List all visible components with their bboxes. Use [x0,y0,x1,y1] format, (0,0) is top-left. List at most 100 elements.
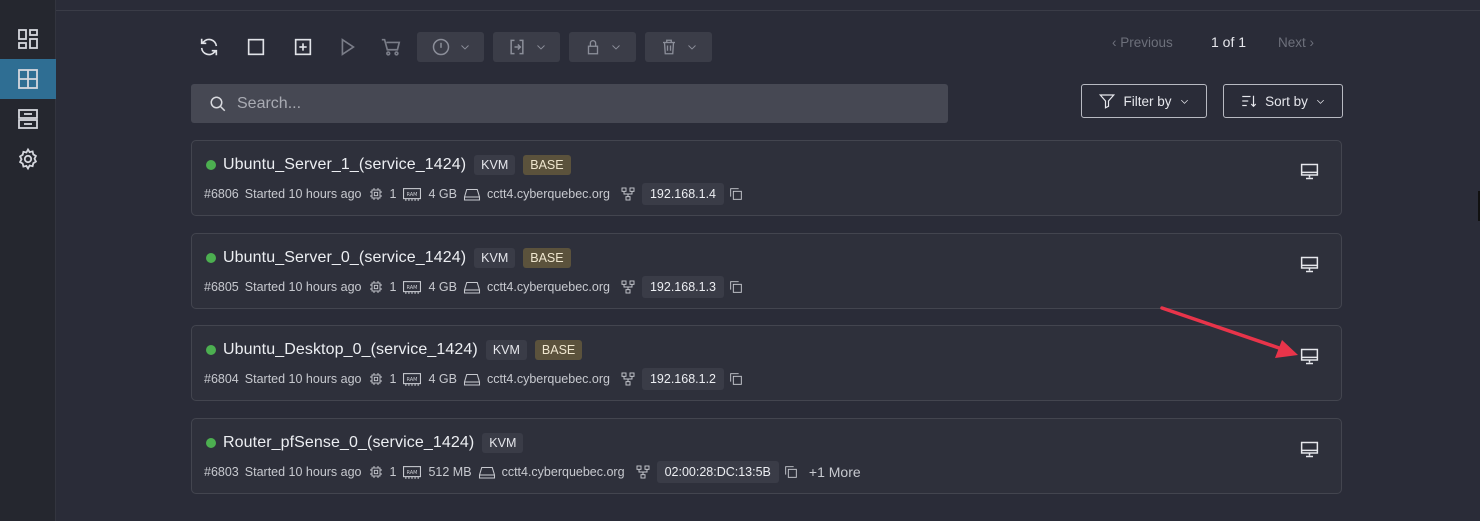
add-icon [294,38,312,56]
search-icon [210,96,226,111]
host-drive-icon [463,373,480,386]
console-button[interactable] [1297,159,1321,183]
more-ips-link[interactable]: +1 More [809,464,861,480]
filter-button[interactable]: Filter by [1081,84,1207,118]
power-icon [432,38,449,56]
status-running-dot [206,253,216,263]
copy-icon[interactable] [783,464,799,480]
copy-icon[interactable] [728,279,744,295]
host-drive-icon [463,188,480,201]
pager-previous-label: Previous [1120,35,1173,50]
vm-ram: 512 MB [428,465,472,479]
grid-icon [18,69,38,89]
vm-card[interactable]: Ubuntu_Server_1_(service_1424) KVM BASE … [191,140,1342,216]
vm-uptime: Started 10 hours ago [244,465,362,479]
sidebar-item-storage[interactable] [0,99,56,139]
vm-name[interactable]: Router_pfSense_0_(service_1424) [223,434,474,452]
copy-icon[interactable] [728,371,744,387]
search-input[interactable] [237,84,948,123]
vm-id: #6804 [204,372,239,386]
chevron-down-icon [460,45,469,50]
ip-address: 192.168.1.3 [641,276,725,298]
refresh-icon [200,38,218,56]
copy-icon[interactable] [728,186,744,202]
select-all-checkbox[interactable] [241,32,271,62]
vm-card[interactable]: Ubuntu_Server_0_(service_1424) KVM BASE … [191,233,1342,309]
base-badge: BASE [523,155,571,175]
vm-ram: 4 GB [428,187,457,201]
chevron-down-icon [687,45,696,50]
hypervisor-badge: KVM [474,155,516,175]
vm-cpu: 1 [389,280,397,294]
gear-icon [18,147,38,171]
vm-name[interactable]: Ubuntu_Server_0_(service_1424) [223,249,466,267]
console-button[interactable] [1297,252,1321,276]
power-dropdown[interactable] [417,32,484,62]
lock-dropdown[interactable] [569,32,636,62]
vm-card[interactable]: Ubuntu_Desktop_0_(service_1424) KVM BASE… [191,325,1342,401]
vm-name[interactable]: Ubuntu_Desktop_0_(service_1424) [223,341,478,359]
filter-label: Filter by [1123,93,1172,109]
vm-cpu: 1 [389,465,397,479]
console-button[interactable] [1297,437,1321,461]
cpu-icon [369,466,382,478]
pager-next-label: Next [1278,35,1306,50]
console-dropdown[interactable] [493,32,560,62]
vm-card[interactable]: Router_pfSense_0_(service_1424) KVM #680… [191,418,1342,494]
vm-cpu: 1 [389,187,397,201]
vm-host: cctt4.cyberquebec.org [486,372,610,386]
ip-address: 192.168.1.2 [641,368,725,390]
vm-id: #6805 [204,280,239,294]
network-icon [621,187,635,201]
filter-icon [1099,94,1116,109]
ram-icon: RAM [403,188,422,201]
vm-name[interactable]: Ubuntu_Server_1_(service_1424) [223,156,466,174]
monitor-icon [1300,256,1318,272]
vm-host: cctt4.cyberquebec.org [501,465,625,479]
start-button[interactable] [332,32,362,62]
ip-address: 192.168.1.4 [641,183,725,205]
sidebar-item-instances[interactable] [0,59,56,99]
svg-text:RAM: RAM [407,192,418,198]
host-drive-icon [463,281,480,294]
archive-icon [18,109,38,129]
sidebar [0,0,56,521]
delete-dropdown[interactable] [645,32,712,62]
chevron-down-icon [1180,99,1188,104]
chevron-down-icon [536,45,545,50]
sidebar-item-settings[interactable] [0,139,56,179]
dashboard-icon [18,29,38,49]
add-button[interactable] [288,32,318,62]
monitor-icon [1300,163,1318,179]
play-icon [341,38,355,56]
vm-ram: 4 GB [428,372,457,386]
refresh-button[interactable] [194,32,224,62]
sidebar-item-dashboard[interactable] [0,19,56,59]
cpu-icon [369,373,382,385]
monitor-icon [1300,441,1318,457]
sort-label: Sort by [1265,93,1308,109]
base-badge: BASE [534,340,583,360]
console-button[interactable] [1297,344,1321,368]
cpu-icon [369,188,382,200]
select-all-icon [247,38,265,56]
vm-uptime: Started 10 hours ago [244,372,362,386]
base-badge: BASE [523,248,571,268]
sort-icon [1242,95,1257,108]
search-bar [191,84,948,123]
monitor-icon [1300,348,1318,364]
host-drive-icon [478,466,495,479]
network-icon [636,465,650,479]
vm-id: #6806 [204,187,239,201]
vm-host: cctt4.cyberquebec.org [486,280,610,294]
pager-previous[interactable]: ‹ Previous [1112,35,1173,50]
vm-host: cctt4.cyberquebec.org [486,187,610,201]
ram-icon: RAM [403,466,422,479]
cart-button[interactable] [376,32,406,62]
status-running-dot [206,438,216,448]
vm-uptime: Started 10 hours ago [244,280,362,294]
divider [56,10,1480,11]
svg-text:RAM: RAM [407,377,418,383]
pager-next[interactable]: Next › [1278,35,1314,50]
sort-button[interactable]: Sort by [1223,84,1343,118]
